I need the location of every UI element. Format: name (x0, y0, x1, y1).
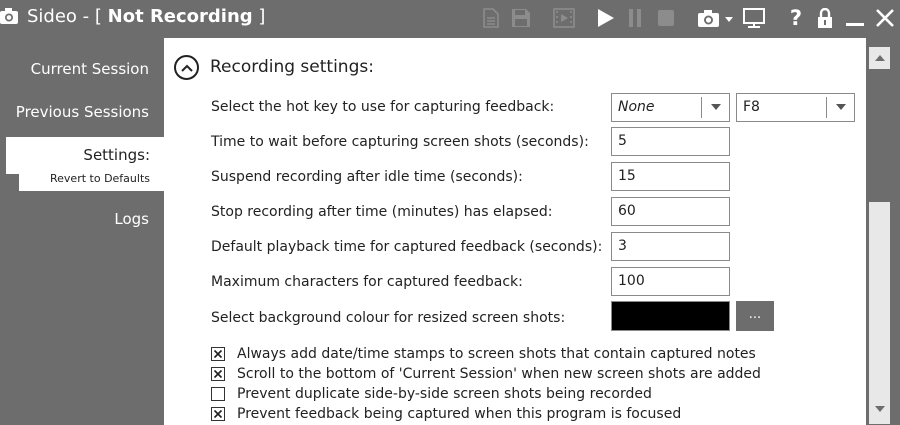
lock-icon[interactable] (815, 7, 835, 29)
chevron-up-icon (180, 64, 193, 72)
hotkey-label: Select the hot key to use for capturing … (211, 99, 555, 115)
collapse-section-button[interactable] (174, 55, 199, 80)
playback-time-input[interactable]: 3 (611, 232, 730, 261)
settings-panel: Recording settings: Select the hot key t… (164, 38, 866, 425)
recording-status: Not Recording (107, 6, 253, 27)
window-title: Sideo - [ Not Recording ] (27, 5, 265, 29)
max-characters-input[interactable]: 100 (611, 267, 730, 296)
camera-icon[interactable] (697, 7, 735, 29)
camera-app-icon (0, 6, 20, 28)
pause-icon[interactable] (626, 7, 644, 29)
prevent-duplicates-label: Prevent duplicate side-by-side screen sh… (237, 386, 652, 402)
minimize-icon[interactable] (845, 7, 865, 29)
datetime-stamps-option[interactable]: Always add date/time stamps to screen sh… (211, 345, 756, 363)
scroll-down-button[interactable] (869, 398, 890, 420)
prevent-duplicates-option[interactable]: Prevent duplicate side-by-side screen sh… (211, 385, 652, 403)
datetime-stamps-label: Always add date/time stamps to screen sh… (237, 346, 756, 362)
scroll-to-bottom-option[interactable]: Scroll to the bottom of 'Current Session… (211, 365, 761, 383)
max-characters-label: Maximum characters for captured feedback… (211, 274, 523, 290)
checkmark-icon (213, 409, 223, 419)
stop-after-input[interactable]: 60 (611, 197, 730, 226)
film-icon[interactable] (552, 7, 576, 29)
capture-delay-label: Time to wait before capturing screen sho… (211, 134, 589, 150)
sidebar-item-settings[interactable]: Settings: (6, 137, 164, 174)
save-icon[interactable] (510, 7, 532, 29)
hotkey-modifier-value: None (618, 99, 655, 115)
chevron-down-icon (711, 104, 721, 110)
title-close-bracket: ] (258, 6, 266, 27)
scroll-to-bottom-label: Scroll to the bottom of 'Current Session… (237, 366, 761, 382)
revert-to-defaults-link[interactable]: Revert to Defaults (19, 171, 164, 191)
prevent-focus-capture-option[interactable]: Prevent feedback being captured when thi… (211, 405, 681, 423)
scrollbar-thumb[interactable] (869, 69, 890, 202)
sidebar-item-current-session[interactable]: Current Session (31, 60, 149, 78)
capture-delay-input[interactable]: 5 (611, 127, 730, 156)
prevent-focus-capture-label: Prevent feedback being captured when thi… (237, 406, 682, 422)
background-colour-label: Select background colour for resized scr… (211, 310, 566, 326)
app-name: Sideo - [ (27, 6, 102, 27)
play-icon[interactable] (595, 7, 617, 29)
monitor-icon[interactable] (742, 7, 766, 29)
playback-time-label: Default playback time for captured feedb… (211, 239, 603, 255)
dropdown-separator (826, 97, 827, 118)
checkmark-icon (213, 349, 223, 359)
scroll-up-button[interactable] (869, 47, 890, 69)
title-bar: Sideo - [ Not Recording ] ? (0, 0, 900, 38)
sidebar-item-settings-label: Settings: (83, 146, 150, 164)
stop-after-label: Stop recording after time (minutes) has … (211, 204, 553, 220)
prevent-focus-capture-checkbox[interactable] (211, 407, 225, 421)
close-icon[interactable] (874, 7, 896, 29)
revert-to-defaults-label: Revert to Defaults (50, 172, 150, 185)
background-colour-swatch[interactable] (611, 301, 730, 331)
sidebar-item-logs[interactable]: Logs (114, 210, 149, 228)
chevron-down-icon (836, 104, 846, 110)
vertical-scrollbar[interactable] (866, 38, 900, 425)
idle-time-label: Suspend recording after idle time (secon… (211, 169, 523, 185)
help-icon[interactable]: ? (786, 6, 806, 30)
arrow-up-icon (874, 55, 885, 61)
datetime-stamps-checkbox[interactable] (211, 347, 225, 361)
scroll-to-bottom-checkbox[interactable] (211, 367, 225, 381)
arrow-down-icon (874, 406, 885, 412)
section-title: Recording settings: (210, 57, 374, 77)
dropdown-separator (701, 97, 702, 118)
choose-colour-button[interactable]: ... (736, 301, 774, 331)
prevent-duplicates-checkbox[interactable] (211, 387, 225, 401)
hotkey-key-value: F8 (743, 99, 760, 115)
document-icon[interactable] (481, 7, 501, 29)
sidebar-nav: Current Session Previous Sessions Settin… (0, 38, 164, 425)
idle-time-input[interactable]: 15 (611, 162, 730, 191)
hotkey-modifier-dropdown[interactable]: None (611, 93, 730, 122)
sidebar-item-previous-sessions[interactable]: Previous Sessions (16, 103, 149, 121)
stop-icon[interactable] (655, 7, 677, 29)
hotkey-key-dropdown[interactable]: F8 (736, 93, 855, 122)
checkmark-icon (213, 369, 223, 379)
